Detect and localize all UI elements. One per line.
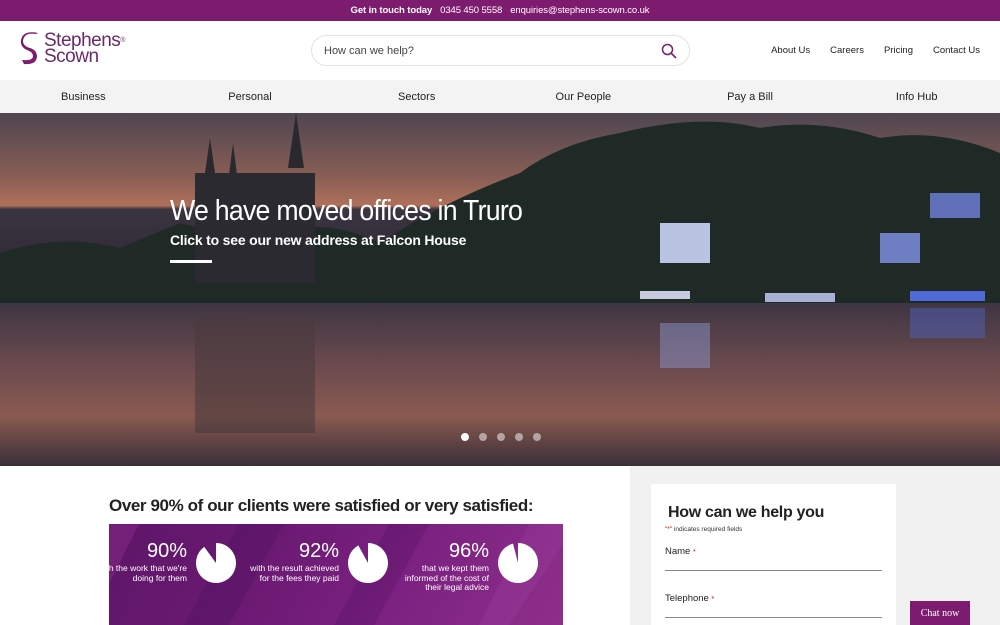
stat-pie-chart	[195, 543, 236, 583]
hero-caption[interactable]: We have moved offices in Truro Click to …	[170, 195, 553, 263]
slider-dot-4[interactable]	[515, 433, 523, 441]
hero-divider	[170, 260, 212, 263]
contact-bar: Get in touch today 0345 450 5558 enquiri…	[0, 0, 1000, 21]
stat-pie-chart	[498, 543, 539, 583]
stat-label: that we kept them informed of the cost o…	[404, 563, 489, 592]
brand-logo[interactable]: Stephens® Scown	[20, 31, 125, 67]
pie-slice-satisfied	[498, 543, 539, 583]
nav-sectors[interactable]: Sectors	[333, 91, 500, 103]
brand-line-2: Scown	[44, 46, 99, 67]
pie-slice-satisfied	[195, 543, 236, 583]
utility-careers[interactable]: Careers	[830, 45, 864, 56]
help-form: How can we help you "*" indicates requir…	[651, 484, 896, 625]
nav-info-hub[interactable]: Info Hub	[833, 91, 1000, 103]
utility-contact-us[interactable]: Contact Us	[933, 45, 980, 56]
stat-label: with the work that we're doing for them	[109, 563, 187, 583]
hero-background-image	[0, 113, 1000, 466]
utility-about-us[interactable]: About Us	[771, 45, 810, 56]
search-box	[311, 35, 690, 66]
stat-value: 96%	[448, 540, 489, 562]
contact-phone-link[interactable]: 0345 450 5558	[440, 5, 502, 16]
hero-subtitle[interactable]: Click to see our new address at Falcon H…	[170, 232, 553, 248]
pie-slice-satisfied	[347, 543, 388, 583]
slider-dot-3[interactable]	[497, 433, 505, 441]
slider-dot-1[interactable]	[461, 433, 469, 441]
contact-cta: Get in touch today	[350, 5, 433, 16]
search-input[interactable]	[324, 44, 661, 57]
telephone-field-label: Telephone *	[665, 593, 715, 604]
chat-now-button[interactable]: Chat now	[910, 601, 970, 625]
main-nav: Business Personal Sectors Our People Pay…	[0, 80, 1000, 113]
nav-business[interactable]: Business	[0, 91, 167, 103]
site-header: Stephens® Scown About Us Careers Pricing…	[0, 21, 1000, 80]
hero-title: We have moved offices in Truro	[170, 195, 523, 227]
slider-dot-2[interactable]	[479, 433, 487, 441]
required-note: "*" indicates required fields	[665, 526, 743, 533]
utility-nav: About Us Careers Pricing Contact Us	[771, 45, 980, 56]
search-icon[interactable]	[661, 43, 677, 59]
nav-our-people[interactable]: Our People	[500, 91, 667, 103]
telephone-field[interactable]	[665, 617, 882, 618]
hero-slider[interactable]: We have moved offices in Truro Click to …	[0, 113, 1000, 466]
form-title: How can we help you	[668, 504, 825, 521]
name-field[interactable]	[665, 570, 882, 571]
stat-pie-chart	[347, 543, 388, 583]
stats-heading: Over 90% of our clients were satisfied o…	[109, 496, 534, 515]
contact-email-link[interactable]: enquiries@stephens-scown.co.uk	[510, 5, 649, 16]
name-field-label: Name *	[665, 546, 696, 557]
stat-value: 90%	[146, 540, 187, 562]
nav-personal[interactable]: Personal	[167, 91, 334, 103]
stat-label: with the result achieved for the fees th…	[250, 563, 339, 583]
brand-wordmark: Stephens® Scown	[44, 30, 125, 67]
utility-pricing[interactable]: Pricing	[884, 45, 913, 56]
slider-dots	[461, 433, 541, 441]
logo-mark-icon	[20, 32, 38, 65]
slider-dot-5[interactable]	[533, 433, 541, 441]
nav-pay-a-bill[interactable]: Pay a Bill	[667, 91, 834, 103]
stat-value: 92%	[298, 540, 339, 562]
stats-panel: 90% with the work that we're doing for t…	[109, 524, 563, 625]
